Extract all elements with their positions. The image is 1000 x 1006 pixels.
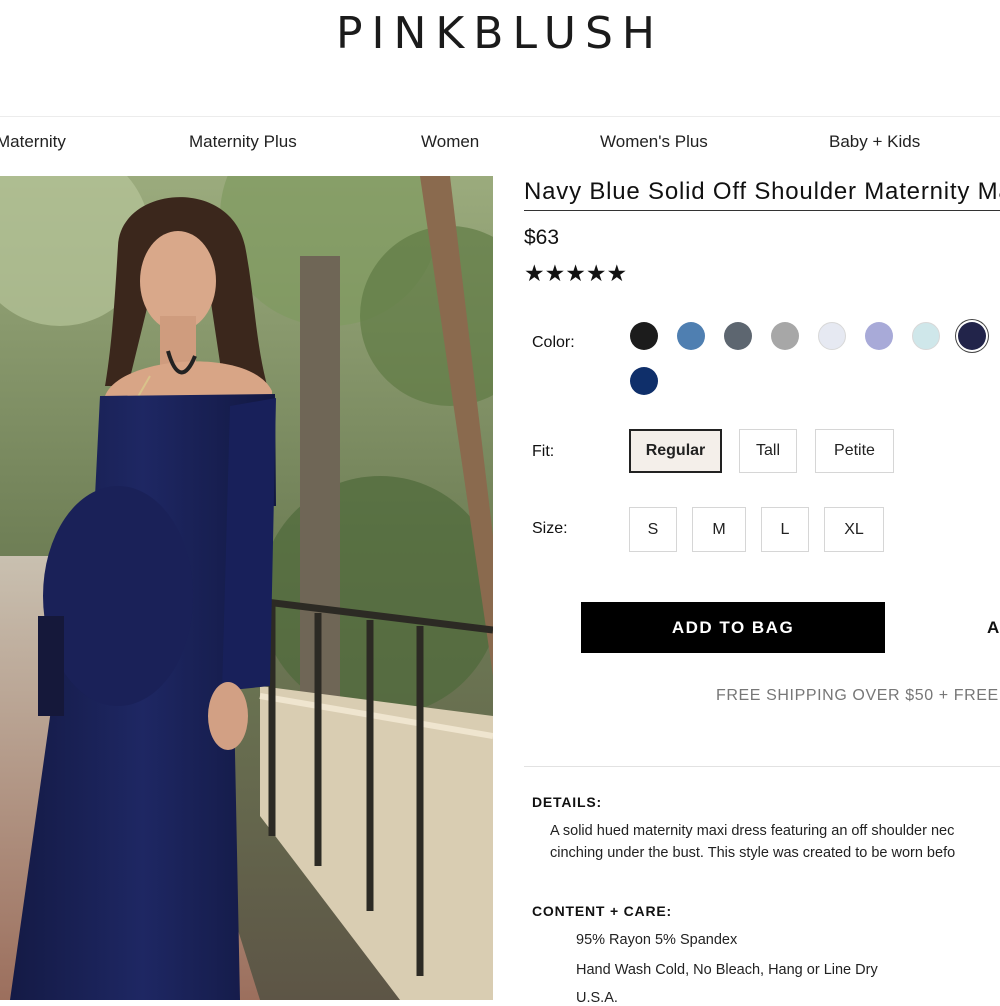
size-option-s[interactable]: S [629, 507, 677, 552]
nav-item-baby-kids[interactable]: Baby + Kids [829, 132, 920, 152]
color-swatch-mint[interactable] [912, 322, 940, 350]
brand-logo[interactable]: PINKBLUSH [0, 8, 1000, 59]
size-label: Size: [532, 520, 568, 537]
fit-option-tall[interactable]: Tall [739, 429, 797, 473]
color-swatch-white[interactable] [818, 322, 846, 350]
color-swatch-blue[interactable] [677, 322, 705, 350]
product-price: $63 [524, 226, 560, 249]
nav-item-maternity-plus[interactable]: Maternity Plus [189, 132, 297, 152]
shipping-promo: FREE SHIPPING OVER $50 + FREE [716, 687, 999, 704]
care-line-origin: U.S.A. [576, 990, 618, 1006]
details-heading: DETAILS: [532, 794, 602, 810]
nav-item-women[interactable]: Women [421, 132, 479, 152]
secondary-action-button[interactable]: A [987, 618, 999, 638]
details-text-line-2: cinching under the bust. This style was … [550, 845, 956, 861]
size-option-l[interactable]: L [761, 507, 809, 552]
care-heading: CONTENT + CARE: [532, 903, 672, 919]
color-swatch-royal-navy[interactable] [630, 367, 658, 395]
size-option-m[interactable]: M [692, 507, 746, 552]
color-swatch-lavender[interactable] [865, 322, 893, 350]
care-line-fabric: 95% Rayon 5% Spandex [576, 932, 738, 948]
fit-label: Fit: [532, 443, 555, 460]
details-text-line-1: A solid hued maternity maxi dress featur… [550, 823, 955, 839]
color-swatch-grey[interactable] [771, 322, 799, 350]
color-swatch-black[interactable] [630, 322, 658, 350]
care-line-washing: Hand Wash Cold, No Bleach, Hang or Line … [576, 962, 878, 978]
color-swatch-navy-blue[interactable] [958, 322, 986, 350]
nav-divider [0, 116, 1000, 117]
fit-option-petite[interactable]: Petite [815, 429, 894, 473]
color-label: Color: [532, 334, 575, 351]
product-image[interactable] [0, 176, 493, 1000]
product-title: Navy Blue Solid Off Shoulder Maternity M… [524, 178, 1000, 205]
add-to-bag-button[interactable]: ADD TO BAG [581, 602, 885, 653]
main-nav: Maternity Maternity Plus Women Women's P… [0, 132, 1000, 156]
product-photo-illustration [0, 176, 493, 1000]
color-swatch-charcoal[interactable] [724, 322, 752, 350]
rating-stars[interactable]: ★★★★★ [524, 260, 627, 287]
size-option-xl[interactable]: XL [824, 507, 884, 552]
details-separator [524, 766, 1000, 767]
fit-option-regular[interactable]: Regular [629, 429, 722, 473]
title-underline [524, 210, 1000, 211]
nav-item-maternity[interactable]: Maternity [0, 132, 66, 152]
nav-item-womens-plus[interactable]: Women's Plus [600, 132, 708, 152]
